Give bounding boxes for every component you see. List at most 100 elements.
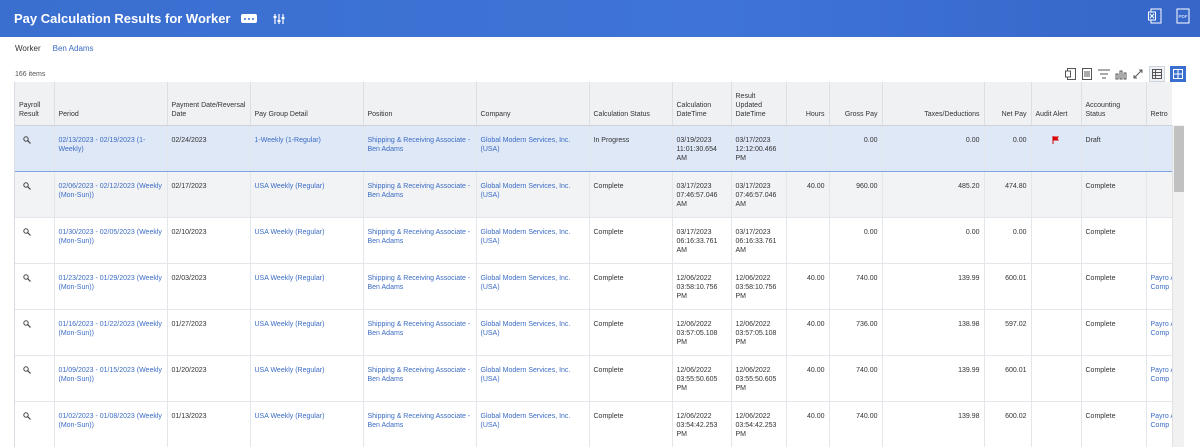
column-header[interactable]: Retro [1146,82,1172,126]
cell-position[interactable]: Shipping & Receiving Associate - Ben Ada… [363,355,477,402]
column-header[interactable]: Calculation DateTime [672,82,732,126]
cell-pay-group[interactable]: USA Weekly (Regular) [250,309,364,356]
cell-pay-group[interactable]: USA Weekly (Regular) [250,355,364,402]
table-view-icon[interactable] [1149,66,1165,82]
cell-period[interactable]: 02/13/2023 - 02/19/2023 (1-Weekly) [54,124,168,172]
flag-icon[interactable] [1052,135,1060,144]
column-header[interactable]: Net Pay [984,82,1032,126]
column-header[interactable]: Position [363,82,477,126]
column-header[interactable]: Hours [786,82,830,126]
cell-company[interactable]: Global Modern Services, Inc. (USA) [476,124,590,172]
pdf-export-icon[interactable]: PDF [1176,8,1190,26]
magnifier-icon[interactable] [23,365,31,374]
results-table: Payroll Result Period Payment Date/Reversa… [15,82,1172,447]
column-header[interactable]: Payroll Result [15,82,55,126]
magnifier-icon[interactable] [23,227,31,236]
cell-calc-dt: 12/06/2022 03:55:50.605 PM [672,355,732,402]
table-row[interactable]: 02/13/2023 - 02/19/2023 (1-Weekly) 02/24/… [15,124,1172,172]
grid-view-icon[interactable] [1170,66,1186,82]
vertical-scrollbar[interactable] [1172,125,1184,447]
cell-retro[interactable]: Payro Adam Comp [1146,401,1172,447]
ellipsis-icon[interactable] [240,14,257,23]
column-header[interactable]: Accounting Status [1081,82,1147,126]
table-row[interactable]: 02/06/2023 - 02/12/2023 (Weekly (Mon-Sun… [15,171,1172,218]
cell-position[interactable]: Shipping & Receiving Associate - Ben Ada… [363,171,477,218]
cell-company[interactable]: Global Modern Services, Inc. (USA) [476,217,590,264]
worker-line: Worker Ben Adams [15,44,94,53]
cell-pay-group[interactable]: USA Weekly (Regular) [250,263,364,310]
cell-retro[interactable] [1146,217,1172,264]
column-header[interactable]: Result Updated DateTime [731,82,787,126]
print-icon[interactable] [1081,68,1093,80]
cell-company[interactable]: Global Modern Services, Inc. (USA) [476,263,590,310]
filter-icon[interactable] [1098,68,1110,80]
worker-link[interactable]: Ben Adams [53,44,94,53]
column-header[interactable]: Pay Group Detail [250,82,364,126]
cell-position[interactable]: Shipping & Receiving Associate - Ben Ada… [363,401,477,447]
cell-retro[interactable]: Payro Adam Comp [1146,309,1172,356]
cell-gross: 740.00 [829,263,883,310]
cell-position[interactable]: Shipping & Receiving Associate - Ben Ada… [363,217,477,264]
cell-retro[interactable]: Payro Adam Comp [1146,263,1172,310]
cell-calc-dt: 12/06/2022 03:58:10.756 PM [672,263,732,310]
column-header[interactable]: Audit Alert [1031,82,1082,126]
cell-updated-dt: 12/06/2022 03:57:05.108 PM [731,309,787,356]
items-count: 166 items [15,71,46,78]
chart-icon[interactable] [1115,68,1127,80]
cell-pay-group[interactable]: 1-Weekly (1-Regular) [250,124,364,172]
column-header[interactable]: Taxes/Deductions [882,82,985,126]
table-row[interactable]: 01/30/2023 - 02/05/2023 (Weekly (Mon-Sun… [15,217,1172,264]
related-actions-sliders-icon[interactable] [273,12,287,26]
magnifier-icon[interactable] [23,181,31,190]
excel-export-icon[interactable] [1148,8,1162,26]
cell-period[interactable]: 01/02/2023 - 01/08/2023 (Weekly (Mon-Sun… [54,401,168,447]
payroll-result-cell [15,401,55,447]
cell-retro[interactable] [1146,171,1172,218]
cell-company[interactable]: Global Modern Services, Inc. (USA) [476,171,590,218]
magnifier-icon[interactable] [23,273,31,282]
grid-right-edge [1184,82,1200,447]
table-row[interactable]: 01/02/2023 - 01/08/2023 (Weekly (Mon-Sun… [15,401,1172,447]
cell-period[interactable]: 01/30/2023 - 02/05/2023 (Weekly (Mon-Sun… [54,217,168,264]
cell-payment-date: 02/17/2023 [167,171,251,218]
table-row[interactable]: 01/16/2023 - 01/22/2023 (Weekly (Mon-Sun… [15,309,1172,356]
cell-retro[interactable] [1146,124,1172,172]
cell-position[interactable]: Shipping & Receiving Associate - Ben Ada… [363,263,477,310]
audit-alert-cell [1031,401,1082,447]
excel-export-icon[interactable] [1064,68,1076,80]
cell-pay-group[interactable]: USA Weekly (Regular) [250,217,364,264]
cell-taxes: 139.99 [882,355,985,402]
scrollbar-thumb[interactable] [1174,126,1184,192]
column-header[interactable]: Gross Pay [829,82,883,126]
table-row[interactable]: 01/09/2023 - 01/15/2023 (Weekly (Mon-Sun… [15,355,1172,402]
cell-company[interactable]: Global Modern Services, Inc. (USA) [476,355,590,402]
cell-calc-status: In Progress [589,124,673,172]
cell-period[interactable]: 01/16/2023 - 01/22/2023 (Weekly (Mon-Sun… [54,309,168,356]
column-header[interactable]: Period [54,82,168,126]
cell-pay-group[interactable]: USA Weekly (Regular) [250,401,364,447]
cell-period[interactable]: 01/23/2023 - 01/29/2023 (Weekly (Mon-Sun… [54,263,168,310]
cell-retro[interactable]: Payro Adam Comp [1146,355,1172,402]
magnifier-icon[interactable] [23,135,31,144]
table-row[interactable]: 01/23/2023 - 01/29/2023 (Weekly (Mon-Sun… [15,263,1172,310]
cell-position[interactable]: Shipping & Receiving Associate - Ben Ada… [363,309,477,356]
cell-hours [786,217,830,264]
cell-company[interactable]: Global Modern Services, Inc. (USA) [476,401,590,447]
magnifier-icon[interactable] [23,411,31,420]
cell-acct-status: Complete [1081,401,1147,447]
cell-period[interactable]: 02/06/2023 - 02/12/2023 (Weekly (Mon-Sun… [54,171,168,218]
column-header[interactable]: Company [476,82,590,126]
audit-alert-cell [1031,124,1082,172]
magnifier-icon[interactable] [23,319,31,328]
column-header[interactable]: Calculation Status [589,82,673,126]
cell-pay-group[interactable]: USA Weekly (Regular) [250,171,364,218]
audit-alert-cell [1031,263,1082,310]
column-header[interactable]: Payment Date/Reversal Date [167,82,251,126]
cell-hours: 40.00 [786,263,830,310]
cell-calc-dt: 03/17/2023 06:16:33.761 AM [672,217,732,264]
cell-company[interactable]: Global Modern Services, Inc. (USA) [476,309,590,356]
audit-alert-cell [1031,355,1082,402]
cell-position[interactable]: Shipping & Receiving Associate - Ben Ada… [363,124,477,172]
expand-icon[interactable] [1132,68,1144,80]
cell-period[interactable]: 01/09/2023 - 01/15/2023 (Weekly (Mon-Sun… [54,355,168,402]
